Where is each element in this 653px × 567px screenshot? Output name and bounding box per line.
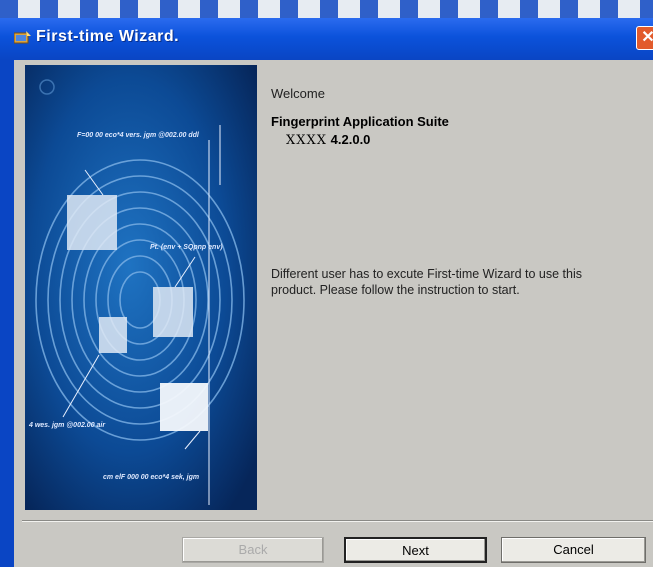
wizard-body: F=00 00 eco*4 vers. jgm @002.00 ddl Pt. … [14,60,653,567]
back-button[interactable]: Back [182,537,324,563]
fingerprint-illustration: F=00 00 eco*4 vers. jgm @002.00 ddl Pt. … [25,65,257,510]
welcome-heading: Welcome [271,86,325,101]
version-label: XXXX [286,133,328,148]
window-title: First-time Wizard. [36,28,180,45]
wizard-app-icon [14,31,31,44]
button-separator [22,520,653,522]
cancel-button[interactable]: Cancel [501,537,646,563]
title-bar[interactable]: First-time Wizard. ✕ [0,18,653,60]
window-frame-left [0,60,14,567]
version-number: 4.2.0.0 [330,132,371,147]
image-label-3: 4 wes. jgm @002.00 air [28,422,106,429]
image-label-4: cm elF 000 00 eco*4 sek, jgm [103,474,199,481]
version-line: XXXX 4.2.0.0 [286,132,370,148]
image-label-1: F=00 00 eco*4 vers. jgm @002.00 ddl [77,132,200,139]
close-button[interactable]: ✕ [636,26,653,50]
next-button[interactable]: Next [344,537,487,563]
image-label-2: Pt. (env + SQpnp env) [150,244,223,251]
fingerprint-graphic: F=00 00 eco*4 vers. jgm @002.00 ddl Pt. … [25,65,257,510]
wizard-description: Different user has to excute First-time … [271,267,582,297]
product-name: Fingerprint Application Suite [271,114,449,129]
background-taskbar-strip [0,0,653,18]
